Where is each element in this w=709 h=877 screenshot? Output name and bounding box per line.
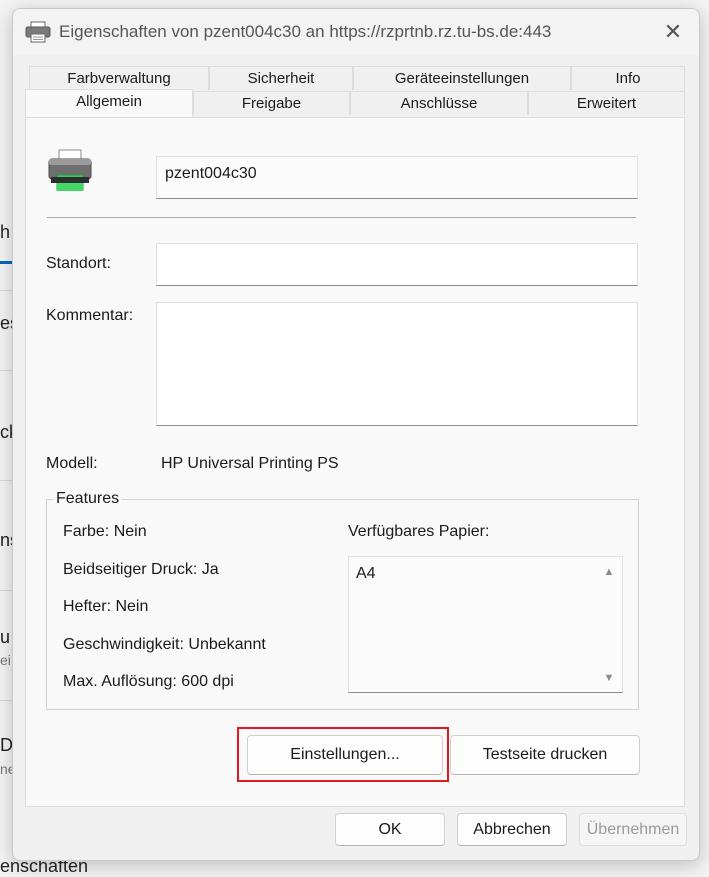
dialog-title: Eigenschaften von pzent004c30 an https:/… (59, 22, 552, 41)
comment-label: Kommentar: (46, 307, 134, 324)
apply-button[interactable]: Übernehmen (579, 813, 687, 846)
paper-label: Verfügbares Papier: (348, 523, 490, 540)
list-item[interactable]: A4 (356, 565, 376, 583)
close-icon: ✕ (663, 19, 683, 44)
test-page-button-label: Testseite drucken (482, 746, 608, 763)
printer-name-value: pzent004c30 (165, 165, 257, 182)
tab-sicherheit[interactable]: Sicherheit (209, 66, 353, 90)
feature-stapler: Hefter: Nein (63, 598, 149, 615)
tab-label: Anschlüsse (400, 95, 478, 112)
close-button[interactable]: ✕ (655, 17, 691, 47)
apply-button-label: Übernehmen (586, 820, 680, 838)
comment-input[interactable] (156, 302, 638, 426)
tab-info[interactable]: Info (571, 66, 685, 90)
background-text: h (0, 222, 11, 242)
tab-farbverwaltung[interactable]: Farbverwaltung (29, 66, 209, 90)
tab-label: Geräteeinstellungen (394, 70, 530, 87)
separator (47, 217, 636, 218)
features-title: Features (53, 490, 123, 508)
ok-button-label: OK (378, 820, 402, 838)
tab-label: Freigabe (241, 95, 302, 112)
tab-label: Farbverwaltung (67, 70, 171, 87)
tab-allgemein[interactable]: Allgemein (25, 89, 193, 117)
tab-label: Sicherheit (247, 70, 315, 87)
feature-resolution: Max. Auflösung: 600 dpi (63, 673, 234, 690)
tab-label: Erweitert (576, 95, 637, 112)
feature-speed: Geschwindigkeit: Unbekannt (63, 636, 266, 653)
printer-icon (48, 149, 92, 191)
location-label: Standort: (46, 255, 111, 272)
printer-icon (25, 21, 51, 43)
tab-anschluesse[interactable]: Anschlüsse (350, 91, 528, 115)
model-label: Modell: (46, 455, 98, 472)
background-accent (0, 261, 12, 264)
printer-properties-dialog: Eigenschaften von pzent004c30 an https:/… (12, 8, 700, 861)
ok-button[interactable]: OK (335, 813, 445, 846)
cancel-button[interactable]: Abbrechen (457, 813, 567, 846)
cancel-button-label: Abbrechen (473, 820, 551, 838)
scroll-up-icon[interactable]: ▲ (602, 567, 616, 578)
printer-name-field[interactable]: pzent004c30 (156, 156, 638, 199)
model-value: HP Universal Printing PS (161, 455, 339, 472)
tab-label: Info (615, 70, 641, 87)
scroll-down-icon[interactable]: ▼ (602, 673, 616, 684)
settings-button[interactable]: Einstellungen... (247, 735, 443, 775)
settings-button-label: Einstellungen... (290, 746, 400, 763)
feature-duplex: Beidseitiger Druck: Ja (63, 561, 219, 578)
tab-label: Allgemein (76, 93, 142, 110)
tab-geraeteeinstellungen[interactable]: Geräteeinstellungen (353, 66, 571, 90)
paper-listbox[interactable]: A4 ▲ ▼ (348, 556, 623, 693)
location-input[interactable] (156, 243, 638, 286)
tab-erweitert[interactable]: Erweitert (528, 91, 685, 115)
tab-freigabe[interactable]: Freigabe (193, 91, 350, 115)
background-text: u (0, 627, 11, 647)
background-text: ei (0, 652, 11, 668)
feature-color: Farbe: Nein (63, 523, 147, 540)
test-page-button[interactable]: Testseite drucken (450, 735, 640, 775)
title-bar: Eigenschaften von pzent004c30 an https:/… (13, 9, 699, 55)
